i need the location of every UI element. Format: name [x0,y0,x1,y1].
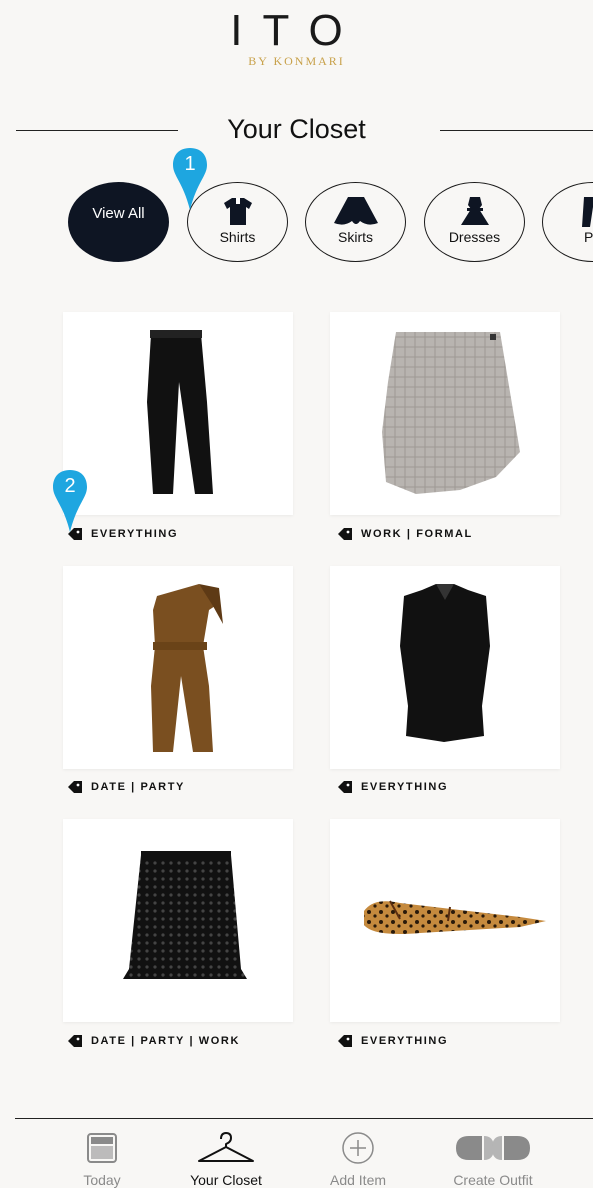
pants-icon [578,195,593,229]
item-tag[interactable]: DATE | PARTY [68,781,185,793]
item-image-brown-jumpsuit [63,566,293,769]
title-rule-right [440,130,593,131]
item-tag-label: DATE | PARTY [91,781,185,793]
tag-icon [338,781,352,793]
annotation-marker-2: 2 [51,470,89,518]
category-label: View All [69,205,168,223]
marker-number: 2 [51,475,89,498]
item-tag-label: DATE | PARTY | WORK [91,1035,240,1047]
skirt-icon [332,195,380,227]
item-image-plaid-skirt [330,312,560,515]
item-tag-label: WORK | FORMAL [361,528,473,540]
item-image-black-shirt [330,566,560,769]
app-logo-subtitle: BY KONMARI [0,54,593,69]
item-tag[interactable]: EVERYTHING [338,1035,448,1047]
nav-your-closet[interactable]: Your Closet [166,1130,286,1188]
tag-icon [68,781,82,793]
item-tag-label: EVERYTHING [361,1035,448,1047]
nav-divider [15,1118,593,1119]
item-tag[interactable]: DATE | PARTY | WORK [68,1035,240,1047]
calendar-icon [87,1133,117,1163]
tag-icon [68,1035,82,1047]
hanger-icon [195,1131,257,1165]
item-image-black-trousers [63,312,293,515]
category-label: Skirts [306,229,405,245]
closet-item-card[interactable] [330,312,560,515]
nav-add-item[interactable]: Add Item [298,1130,418,1188]
item-tag-label: EVERYTHING [361,781,448,793]
category-label: Dresses [425,229,524,245]
item-image-lace-skirt [63,819,293,1022]
add-circle-icon [341,1131,375,1165]
closet-item-card[interactable] [330,819,560,1022]
closet-item-card[interactable] [330,566,560,769]
tag-icon [338,1035,352,1047]
outfit-icon [454,1133,532,1163]
category-dresses[interactable]: Dresses [424,182,525,262]
item-tag-label: EVERYTHING [91,528,178,540]
category-filter-bar: View All Shirts Skirts Dresses Pa [0,182,593,266]
closet-item-card[interactable] [63,566,293,769]
app-logo: ITO [0,6,593,56]
closet-item-card[interactable] [63,819,293,1022]
tag-icon [338,528,352,540]
closet-item-card[interactable] [63,312,293,515]
category-label: Pa [543,229,593,245]
shirt-icon [222,195,254,227]
item-tag[interactable]: EVERYTHING [338,781,448,793]
category-view-all[interactable]: View All [68,182,169,262]
category-skirts[interactable]: Skirts [305,182,406,262]
item-image-leopard-flats [330,819,560,1022]
category-pants[interactable]: Pa [542,182,593,262]
item-tag[interactable]: WORK | FORMAL [338,528,473,540]
category-label: Shirts [188,229,287,245]
nav-create-outfit[interactable]: Create Outfit [433,1130,553,1188]
dress-icon [458,195,492,229]
marker-number: 1 [171,153,209,176]
nav-today[interactable]: Today [42,1130,162,1188]
annotation-marker-1: 1 [171,148,209,196]
